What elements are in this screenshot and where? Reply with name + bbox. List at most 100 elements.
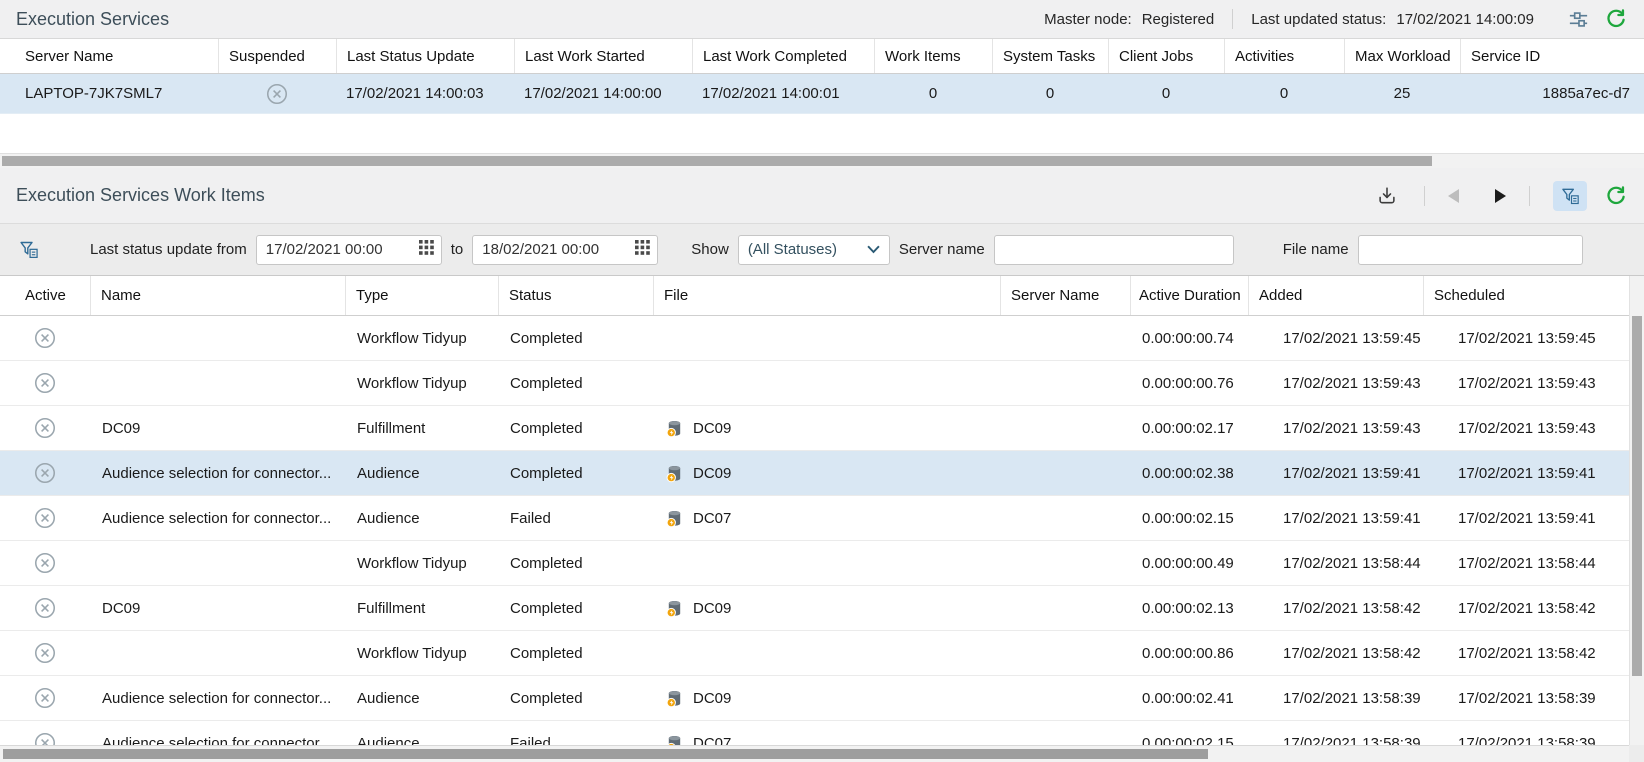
file-cell: DC07: [653, 509, 1000, 528]
filter-icon: [1560, 186, 1580, 206]
date-from-label: Last status update from: [90, 241, 247, 258]
last-updated-label: Last updated status:: [1251, 11, 1386, 28]
file-name-text: DC09: [693, 690, 731, 707]
tune-icon[interactable]: [1564, 5, 1592, 33]
filter-toggle-button[interactable]: [1553, 181, 1587, 211]
chevron-down-icon: [867, 245, 880, 254]
server-name-cell: LAPTOP-7JK7SML7: [0, 85, 218, 102]
refresh-icon[interactable]: [1602, 182, 1630, 210]
download-icon[interactable]: [1373, 182, 1401, 210]
active-duration-cell: 0.00:00:02.13: [1130, 600, 1248, 617]
column-header-added[interactable]: Added: [1248, 276, 1423, 315]
column-header-activities[interactable]: Activities: [1224, 39, 1344, 73]
date-from-field[interactable]: [256, 235, 442, 265]
server-row[interactable]: LAPTOP-7JK7SML7 17/02/2021 14:00:03 17/0…: [0, 74, 1644, 114]
work-items-cell: 0: [874, 85, 992, 102]
column-header-server-name[interactable]: Server Name: [0, 39, 218, 73]
column-header-status[interactable]: Status: [498, 276, 653, 315]
scheduled-cell: 17/02/2021 13:58:44: [1423, 555, 1629, 572]
column-header-system-tasks[interactable]: System Tasks: [992, 39, 1108, 73]
table-row[interactable]: DC09 Fulfillment Completed DC09 0.00:00:…: [0, 586, 1629, 631]
column-header-server-name[interactable]: Server Name: [1000, 276, 1130, 315]
scrollbar-thumb[interactable]: [2, 156, 1432, 166]
file-cell: DC09: [653, 419, 1000, 438]
date-to-input[interactable]: [482, 241, 635, 258]
column-header-file[interactable]: File: [653, 276, 1000, 315]
cancel-circle-icon[interactable]: [34, 597, 56, 619]
column-header-last-work-started[interactable]: Last Work Started: [514, 39, 692, 73]
scrollbar-thumb[interactable]: [1632, 316, 1642, 676]
active-duration-cell: 0.00:00:00.74: [1130, 330, 1248, 347]
name-cell: Audience selection for connector...: [90, 465, 345, 482]
column-header-max-workload[interactable]: Max Workload: [1344, 39, 1460, 73]
cancel-circle-icon[interactable]: [34, 642, 56, 664]
cancel-circle-icon[interactable]: [34, 327, 56, 349]
work-items-filter-bar: Last status update from to: [0, 223, 1644, 275]
active-duration-cell: 0.00:00:00.86: [1130, 645, 1248, 662]
scheduled-cell: 17/02/2021 13:59:45: [1423, 330, 1629, 347]
status-select[interactable]: (All Statuses): [738, 235, 890, 265]
divider: [1232, 9, 1233, 29]
page-title: Execution Services: [16, 9, 169, 30]
table-row[interactable]: Workflow Tidyup Completed 0.00:00:00.49 …: [0, 541, 1629, 586]
column-header-client-jobs[interactable]: Client Jobs: [1108, 39, 1224, 73]
table-empty-area: [0, 114, 1644, 153]
column-header-work-items[interactable]: Work Items: [874, 39, 992, 73]
column-header-type[interactable]: Type: [345, 276, 498, 315]
server-name-input[interactable]: [1004, 241, 1226, 258]
execution-services-table-header: Server Name Suspended Last Status Update…: [0, 39, 1644, 74]
column-header-scheduled[interactable]: Scheduled: [1423, 276, 1629, 315]
table-row[interactable]: Workflow Tidyup Completed 0.00:00:00.76 …: [0, 361, 1629, 406]
cancel-circle-icon[interactable]: [34, 507, 56, 529]
file-name-field[interactable]: [1358, 235, 1583, 265]
calendar-icon[interactable]: [419, 240, 434, 259]
last-updated-value: 17/02/2021 14:00:09: [1396, 11, 1534, 28]
file-cell: DC09: [653, 689, 1000, 708]
database-file-icon: [665, 419, 684, 438]
file-name-input[interactable]: [1368, 241, 1575, 258]
last-status-update-cell: 17/02/2021 14:00:03: [336, 85, 514, 102]
date-from-input[interactable]: [266, 241, 419, 258]
cancel-circle-icon[interactable]: [34, 372, 56, 394]
name-cell: Audience selection for connector...: [90, 510, 345, 527]
column-header-service-id[interactable]: Service ID: [1460, 39, 1644, 73]
table1-horizontal-scrollbar[interactable]: [0, 153, 1644, 168]
scheduled-cell: 17/02/2021 13:58:42: [1423, 645, 1629, 662]
status-select-value: (All Statuses): [748, 241, 837, 258]
status-cell: Completed: [498, 465, 653, 482]
type-cell: Workflow Tidyup: [345, 555, 498, 572]
table-row[interactable]: DC09 Fulfillment Completed DC09 0.00:00:…: [0, 406, 1629, 451]
table-row[interactable]: Audience selection for connector... Audi…: [0, 451, 1629, 496]
status-cell: Completed: [498, 375, 653, 392]
table-row[interactable]: Audience selection for connector... Audi…: [0, 496, 1629, 541]
column-header-active[interactable]: Active: [0, 276, 90, 315]
prev-icon[interactable]: [1448, 189, 1459, 203]
column-header-last-work-completed[interactable]: Last Work Completed: [692, 39, 874, 73]
next-icon[interactable]: [1495, 189, 1506, 203]
column-header-name[interactable]: Name: [90, 276, 345, 315]
table-row[interactable]: Audience selection for connector... Audi…: [0, 676, 1629, 721]
table2-vertical-scrollbar[interactable]: [1629, 276, 1644, 745]
master-node-value: Registered: [1142, 11, 1215, 28]
refresh-icon[interactable]: [1602, 5, 1630, 33]
cancel-circle-icon[interactable]: [34, 417, 56, 439]
column-header-suspended[interactable]: Suspended: [218, 39, 336, 73]
cancel-circle-icon[interactable]: [34, 462, 56, 484]
table-row[interactable]: Workflow Tidyup Completed 0.00:00:00.86 …: [0, 631, 1629, 676]
server-name-field[interactable]: [994, 235, 1234, 265]
show-label: Show: [691, 241, 729, 258]
cancel-circle-icon[interactable]: [266, 83, 288, 105]
date-to-field[interactable]: [472, 235, 658, 265]
cancel-circle-icon[interactable]: [34, 552, 56, 574]
column-header-active-duration[interactable]: Active Duration: [1130, 276, 1248, 315]
table-row[interactable]: Workflow Tidyup Completed 0.00:00:00.74 …: [0, 316, 1629, 361]
active-cell: [0, 642, 90, 664]
column-header-last-status-update[interactable]: Last Status Update: [336, 39, 514, 73]
to-label: to: [451, 241, 464, 258]
work-items-table-header: Active Name Type Status File Server Name…: [0, 276, 1629, 316]
calendar-icon[interactable]: [635, 240, 650, 259]
cancel-circle-icon[interactable]: [34, 687, 56, 709]
table2-horizontal-scrollbar[interactable]: [0, 745, 1629, 762]
status-cell: Failed: [498, 510, 653, 527]
scrollbar-thumb[interactable]: [3, 749, 1208, 759]
